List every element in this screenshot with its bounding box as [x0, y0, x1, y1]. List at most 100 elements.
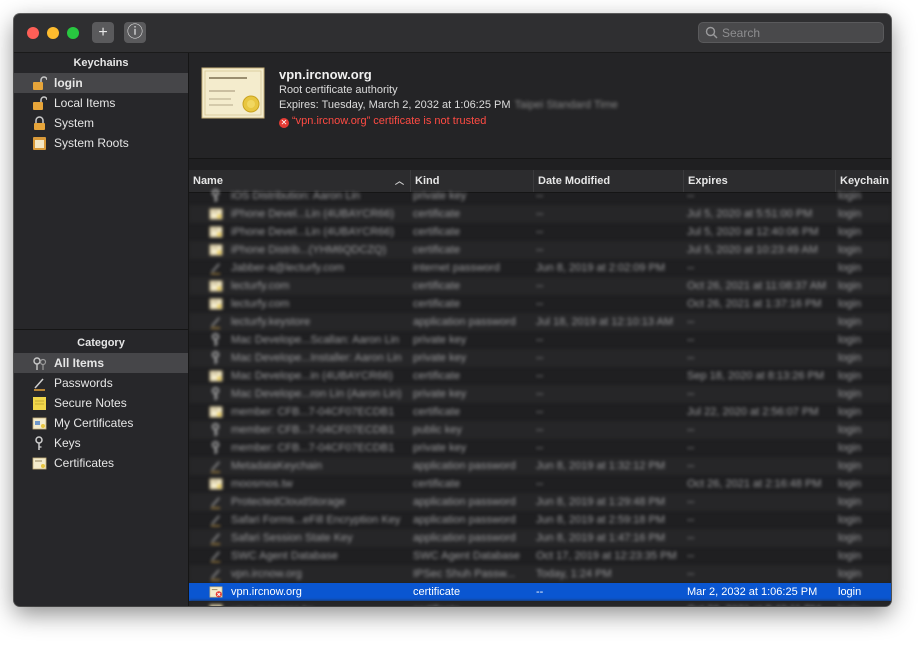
cell-modified: --	[536, 298, 544, 310]
table-row[interactable]: yoyo.moomos.tw certificate -- Oct 26, 2021 …	[189, 601, 891, 606]
cell-kind: certificate	[413, 280, 461, 292]
cell-kind: certificate	[413, 478, 461, 490]
table-row[interactable]: Jabber-a@lecturfy.com internet password Ju…	[189, 259, 891, 277]
category-item-all-items[interactable]: All Items	[14, 353, 188, 373]
table-row[interactable]: vpn.ircnow.org IPSec Shuh Passw... Today, …	[189, 565, 891, 583]
cell-modified: Jun 8, 2019 at 1:32:12 PM	[536, 460, 666, 472]
table-row[interactable]: Mac Develope...ron Lin (Aaron Lin) privat…	[189, 385, 891, 403]
sidebar-item-local-items[interactable]: Local Items	[14, 93, 188, 113]
table-row[interactable]: lecturfy.com certificate -- Oct 26, 2021 at…	[189, 295, 891, 313]
cell-keychain: login	[838, 532, 862, 544]
table-row[interactable]: lecturfy.com certificate -- Oct 26, 2021 at…	[189, 277, 891, 295]
password-icon	[209, 567, 223, 581]
close-window-button[interactable]	[27, 27, 39, 39]
cell-kind: private key	[413, 190, 467, 202]
table-row[interactable]: ProtectedCloudStorage application passwor…	[189, 493, 891, 511]
cell-modified: --	[536, 334, 544, 346]
table-row[interactable]: SWC Agent Database SWC Agent Database Oct …	[189, 547, 891, 565]
cell-expires: Oct 26, 2021 at 8:43:11 PM	[687, 601, 833, 606]
search-field[interactable]: Search	[698, 22, 884, 43]
cell-modified: Jun 8, 2019 at 2:02:09 PM	[536, 262, 666, 274]
sidebar-item-label: System	[54, 116, 95, 130]
zoom-window-button[interactable]	[67, 27, 79, 39]
certificate-icon	[209, 297, 223, 311]
sidebar-divider	[14, 329, 188, 330]
table-row[interactable]: Mac Develope...Installer: Aaron Lin priva…	[189, 349, 891, 367]
sidebar: Keychains login Local Items System System R…	[14, 53, 189, 606]
cell-expires: --	[687, 388, 695, 400]
cell-modified: --	[536, 424, 544, 436]
table-body: iOS Distribution: Aaron Lin private key --…	[189, 187, 891, 606]
cell-name: iPhone Devel...Lin (4UBAYCR66)	[231, 226, 395, 238]
cell-expires: Oct 26, 2021 at 2:16:48 PM	[687, 478, 822, 490]
cell-name: lecturfy.keystore	[231, 316, 311, 328]
table-row[interactable]: moosmos.tw certificate -- Oct 26, 2021 at 2…	[189, 475, 891, 493]
sidebar-item-login[interactable]: login	[14, 73, 188, 93]
cell-kind: certificate	[413, 208, 461, 220]
cell-keychain: login	[838, 226, 862, 238]
cell-kind: application password	[413, 496, 516, 508]
column-header-name-label: Name	[193, 175, 223, 187]
cell-modified: --	[536, 352, 544, 364]
cell-keychain: login	[838, 298, 862, 310]
category-item-label: Keys	[54, 436, 81, 450]
table-row[interactable]: iPhone Devel...Lin (4UBAYCR66) certificat…	[189, 205, 891, 223]
cell-modified: Today, 1:24 PM	[536, 568, 612, 580]
table-row[interactable]: iPhone Distrib...(YHM6QDCZQ) certificate -…	[189, 241, 891, 259]
table-row[interactable]: MetadataKeychain application password Jun …	[189, 457, 891, 475]
certificate-icon	[209, 405, 223, 419]
get-info-button[interactable]: ⓘ	[124, 22, 146, 43]
locked-padlock-icon	[32, 116, 47, 131]
category-item-certificates[interactable]: Certificates	[14, 453, 188, 473]
cell-modified: --	[536, 406, 544, 418]
table-row[interactable]: Safari Session State Key application pass…	[189, 529, 891, 547]
all-items-icon	[32, 356, 47, 371]
keychain-access-window: + ⓘ Search Keychains login Local Items Sys…	[14, 14, 891, 606]
cell-expires: --	[687, 496, 695, 508]
table-row[interactable]: iPhone Devel...Lin (4UBAYCR66) certificat…	[189, 223, 891, 241]
cell-name: yoyo.moomos.tw	[231, 601, 407, 606]
cell-expires: Jul 5, 2020 at 5:51:00 PM	[687, 208, 813, 220]
cell-modified: --	[536, 388, 544, 400]
key-icon	[209, 189, 223, 203]
cell-kind: certificate	[413, 244, 461, 256]
unlocked-padlock-icon	[32, 96, 48, 111]
cell-kind: private key	[413, 352, 467, 364]
table-row-selected[interactable]: vpn.ircnow.org certificate -- Mar 2, 2032 a…	[189, 583, 891, 601]
certificate-icon	[32, 456, 47, 471]
cell-name: Jabber-a@lecturfy.com	[231, 262, 345, 274]
sidebar-item-system[interactable]: System	[14, 113, 188, 133]
cell-name: iPhone Distrib...(YHM6QDCZQ)	[231, 244, 387, 256]
note-icon	[32, 396, 47, 411]
table-row[interactable]: Mac Develope...Scallan: Aaron Lin private…	[189, 331, 891, 349]
sidebar-item-system-roots[interactable]: System Roots	[14, 133, 188, 153]
certificate-icon	[209, 369, 223, 383]
add-item-button[interactable]: +	[92, 22, 114, 43]
table-row[interactable]: member: CFB...7-04CF07ECDB1 certificate --…	[189, 403, 891, 421]
search-icon	[705, 26, 718, 39]
table-row[interactable]: iOS Distribution: Aaron Lin private key --…	[189, 187, 891, 205]
category-list: All Items Passwords Secure Notes My Certifi…	[14, 353, 188, 473]
sidebar-item-label: System Roots	[54, 136, 129, 150]
cell-name: lecturfy.com	[231, 280, 290, 292]
table-row[interactable]: lecturfy.keystore application password Jul…	[189, 313, 891, 331]
category-item-keys[interactable]: Keys	[14, 433, 188, 453]
category-section: Category All Items Passwords Secure Notes M…	[14, 333, 188, 473]
cell-expires: --	[687, 442, 695, 454]
cell-expires: --	[687, 460, 695, 472]
category-item-my-certificates[interactable]: My Certificates	[14, 413, 188, 433]
category-item-passwords[interactable]: Passwords	[14, 373, 188, 393]
table-row[interactable]: member: CFB...7-04CF07ECDB1 public key -- -…	[189, 421, 891, 439]
search-placeholder: Search	[722, 26, 761, 40]
table-row[interactable]: Mac Develope...in (4UBAYCR66) certificate…	[189, 367, 891, 385]
unlocked-padlock-icon	[32, 76, 48, 91]
table-row[interactable]: Safari Forms...eFill Encryption Key appli…	[189, 511, 891, 529]
cell-expires: --	[687, 190, 695, 202]
column-header-expires-label: Expires	[688, 175, 728, 187]
minimize-window-button[interactable]	[47, 27, 59, 39]
table-row[interactable]: member: CFB...7-04CF07ECDB1 private key --…	[189, 439, 891, 457]
category-item-secure-notes[interactable]: Secure Notes	[14, 393, 188, 413]
cell-modified: --	[536, 586, 544, 598]
cell-modified: --	[536, 244, 544, 256]
cell-kind: certificate	[413, 226, 461, 238]
